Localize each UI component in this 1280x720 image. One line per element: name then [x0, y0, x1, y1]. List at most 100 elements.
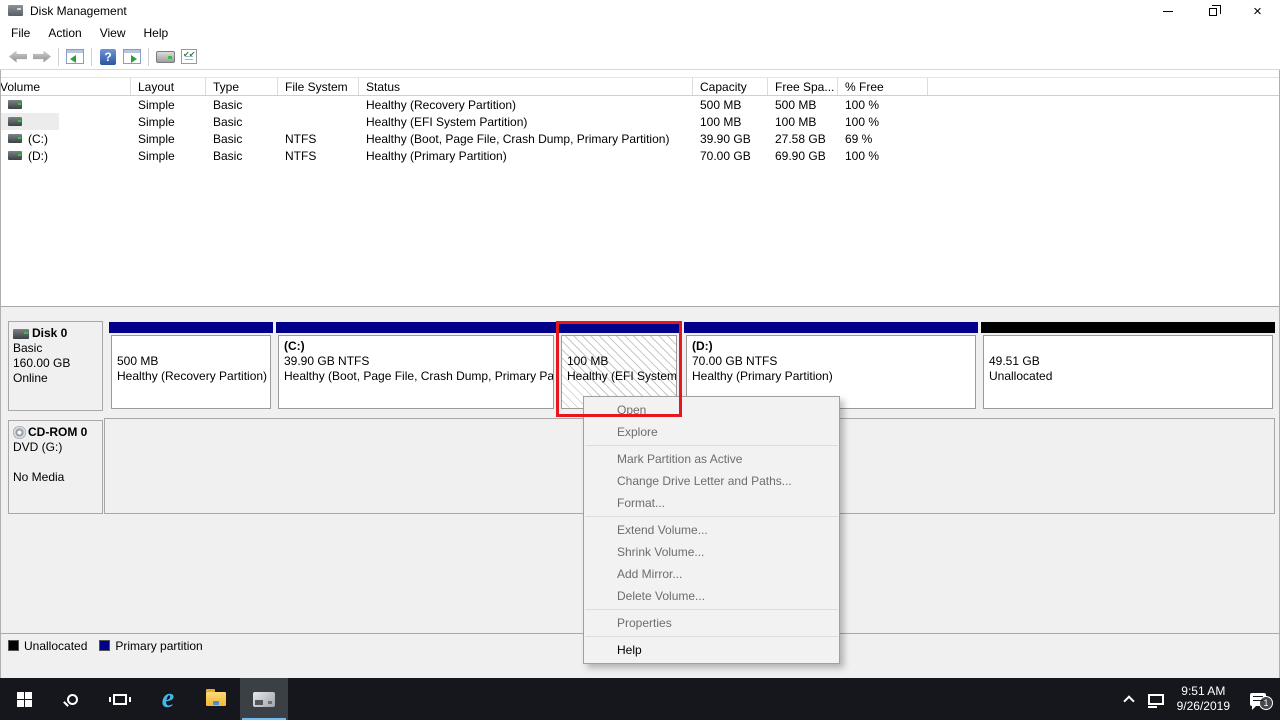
legend-swatch-unallocated: [8, 640, 19, 651]
cell-status: Healthy (Primary Partition): [359, 149, 693, 163]
cdrom0-drive: DVD (G:): [13, 440, 102, 455]
network-tray-button[interactable]: [1141, 678, 1171, 720]
taskbar: e 9:51 AM 9/26/2019 1: [0, 678, 1280, 720]
menu-item-add-mirror[interactable]: Add Mirror...: [584, 563, 839, 585]
menu-item-open[interactable]: Open: [584, 399, 839, 421]
forward-button[interactable]: [30, 46, 54, 68]
table-row-efi[interactable]: Simple Basic Healthy (EFI System Partiti…: [0, 113, 1280, 130]
forward-icon: [33, 51, 51, 63]
action-center-icon: 1: [1250, 693, 1266, 706]
table-row-d[interactable]: (D:) Simple Basic NTFS Healthy (Primary …: [0, 147, 1280, 164]
partition-c[interactable]: (C:) 39.90 GB NTFS Healthy (Boot, Page F…: [276, 322, 556, 409]
menu-file[interactable]: File: [2, 23, 39, 43]
tray-expand-button[interactable]: [1117, 678, 1141, 720]
disk0-state: Online: [13, 371, 102, 386]
menu-item-mark-partition-active[interactable]: Mark Partition as Active: [584, 448, 839, 470]
header-layout[interactable]: Layout: [131, 78, 206, 95]
title-bar: Disk Management ×: [0, 0, 1280, 22]
menu-separator: [585, 636, 838, 637]
volume-list-pane: Volume Layout Type File System Status Ca…: [0, 70, 1280, 306]
toolbar: ?: [0, 44, 1280, 70]
taskbar-search-button[interactable]: [48, 678, 96, 720]
restore-button[interactable]: [1190, 0, 1235, 22]
checklist-button[interactable]: [177, 46, 201, 68]
toolbar-separator: [91, 48, 92, 66]
cell-free-space: 100 MB: [768, 115, 838, 129]
tray-date: 9/26/2019: [1177, 699, 1230, 714]
action-center-button[interactable]: 1: [1236, 678, 1280, 720]
header-file-system[interactable]: File System: [278, 78, 359, 95]
cell-capacity: 39.90 GB: [693, 132, 768, 146]
menu-item-extend-volume[interactable]: Extend Volume...: [584, 519, 839, 541]
menu-item-shrink-volume[interactable]: Shrink Volume...: [584, 541, 839, 563]
show-action-pane-button[interactable]: [120, 46, 144, 68]
disk0-label-box[interactable]: Disk 0 Basic 160.00 GB Online: [8, 321, 103, 411]
back-icon: [9, 51, 27, 63]
cdrom0-label-box[interactable]: CD-ROM 0 DVD (G:) No Media: [8, 420, 103, 514]
partition-size: 70.00 GB NTFS: [692, 354, 975, 369]
cdrom-icon: [13, 426, 26, 439]
minimize-button[interactable]: [1145, 0, 1190, 22]
cell-file-system: NTFS: [278, 132, 359, 146]
cell-layout: Simple: [131, 132, 206, 146]
legend-label-unallocated: Unallocated: [24, 639, 87, 653]
table-row-c[interactable]: (C:) Simple Basic NTFS Healthy (Boot, Pa…: [0, 130, 1280, 147]
partition-recovery[interactable]: 500 MB Healthy (Recovery Partition): [109, 322, 273, 409]
menu-separator: [585, 445, 838, 446]
partition-size: 39.90 GB NTFS: [284, 354, 553, 369]
menu-item-help[interactable]: Help: [584, 639, 839, 661]
cell-pct-free: 100 %: [838, 149, 928, 163]
header-capacity[interactable]: Capacity: [693, 78, 768, 95]
disk0-size: 160.00 GB: [13, 356, 102, 371]
start-button[interactable]: [0, 678, 48, 720]
cell-capacity: 100 MB: [693, 115, 768, 129]
partition-size: 49.51 GB: [989, 354, 1272, 369]
minimize-icon: [1163, 11, 1173, 12]
close-icon: ×: [1253, 4, 1262, 19]
menu-help[interactable]: Help: [135, 23, 178, 43]
disk-management-taskbar-button[interactable]: [240, 678, 288, 720]
file-explorer-button[interactable]: [192, 678, 240, 720]
menu-item-properties[interactable]: Properties: [584, 612, 839, 634]
action-pane-icon: [123, 49, 141, 64]
partition-unallocated[interactable]: 49.51 GB Unallocated: [981, 322, 1275, 409]
internet-explorer-button[interactable]: e: [144, 678, 192, 720]
cell-capacity: 500 MB: [693, 98, 768, 112]
help-button[interactable]: ?: [96, 46, 120, 68]
header-free-space[interactable]: Free Spa...: [768, 78, 838, 95]
cell-type: Basic: [206, 98, 278, 112]
app-icon: [8, 5, 23, 16]
table-row-recovery[interactable]: Simple Basic Healthy (Recovery Partition…: [0, 96, 1280, 113]
task-view-button[interactable]: [96, 678, 144, 720]
menu-view[interactable]: View: [91, 23, 135, 43]
network-icon: [1148, 694, 1164, 705]
menu-item-format[interactable]: Format...: [584, 492, 839, 514]
header-type[interactable]: Type: [206, 78, 278, 95]
notification-badge: 1: [1259, 696, 1273, 710]
show-console-tree-button[interactable]: [63, 46, 87, 68]
clock-button[interactable]: 9:51 AM 9/26/2019: [1171, 678, 1236, 720]
header-volume[interactable]: Volume: [0, 78, 131, 95]
partition-status: Healthy (Primary Partition): [692, 369, 975, 384]
disk-icon: [13, 329, 29, 339]
back-button[interactable]: [6, 46, 30, 68]
partition-status: Healthy (Recovery Partition): [117, 369, 270, 384]
legend-swatch-primary: [99, 640, 110, 651]
close-button[interactable]: ×: [1235, 0, 1280, 22]
menu-item-explore[interactable]: Explore: [584, 421, 839, 443]
volume-icon: [8, 100, 22, 109]
cell-free-space: 27.58 GB: [768, 132, 838, 146]
header-status[interactable]: Status: [359, 78, 693, 95]
menu-item-delete-volume[interactable]: Delete Volume...: [584, 585, 839, 607]
cell-pct-free: 69 %: [838, 132, 928, 146]
menu-item-change-drive-letter[interactable]: Change Drive Letter and Paths...: [584, 470, 839, 492]
menu-action[interactable]: Action: [39, 23, 90, 43]
volume-name: (C:): [28, 132, 48, 146]
disk-management-icon: [253, 692, 275, 707]
header-pct-free[interactable]: % Free: [838, 78, 928, 95]
partition-color-bar: [109, 322, 273, 333]
partition-color-bar: [684, 322, 978, 333]
toolbar-separator: [148, 48, 149, 66]
menu-bar: File Action View Help: [0, 22, 1280, 44]
device-view-button[interactable]: [153, 46, 177, 68]
